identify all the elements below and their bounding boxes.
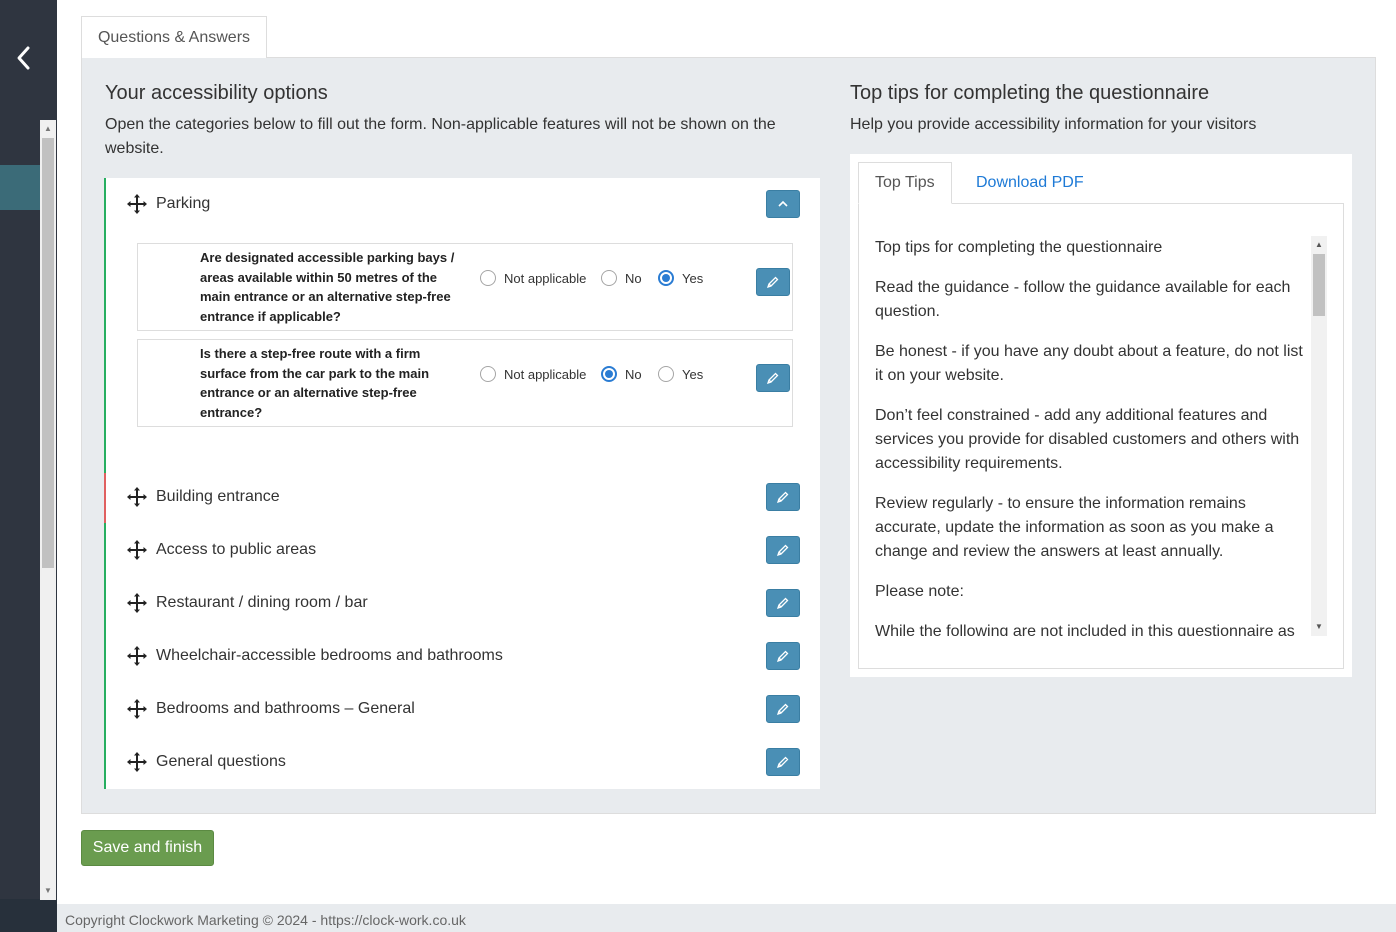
- tips-paragraph: Top tips for completing the questionnair…: [875, 239, 1163, 256]
- radio-label: Not applicable: [504, 366, 587, 382]
- section-access-public-areas[interactable]: Access to public areas: [126, 535, 316, 565]
- top-tips-description: Help you provide accessibility informati…: [850, 116, 1257, 133]
- top-tips-box: Top Tips Download PDF Top tips for compl…: [850, 154, 1352, 677]
- pencil-icon: [776, 544, 789, 557]
- tips-fade: [859, 636, 1343, 668]
- radio-label: Yes: [682, 270, 704, 286]
- tips-body: Top tips for completing the questionnair…: [858, 203, 1344, 669]
- edit-section-button[interactable]: [766, 748, 800, 776]
- edit-section-button[interactable]: [766, 589, 800, 617]
- sidebar-footer: [0, 899, 57, 932]
- scrollbar-thumb[interactable]: [1313, 254, 1325, 316]
- section-status-marker: [104, 473, 106, 523]
- chevron-left-icon[interactable]: [14, 44, 34, 72]
- edit-section-button[interactable]: [766, 695, 800, 723]
- radio-yes[interactable]: Yes: [658, 366, 703, 382]
- top-tips-title: Top tips for completing the questionnair…: [850, 82, 1210, 104]
- pencil-icon: [776, 650, 789, 663]
- pencil-icon: [776, 703, 789, 716]
- tab-download-pdf[interactable]: Download PDF: [960, 162, 1100, 204]
- pencil-icon: [776, 597, 789, 610]
- section-label: Parking: [156, 195, 211, 212]
- pencil-icon: [776, 491, 789, 504]
- tab-questions-answers[interactable]: Questions & Answers: [81, 16, 267, 58]
- move-icon[interactable]: [126, 698, 148, 720]
- edit-section-button[interactable]: [766, 642, 800, 670]
- section-building-entrance[interactable]: Building entrance: [126, 482, 280, 512]
- section-general-questions[interactable]: General questions: [126, 747, 286, 777]
- section-label: Bedrooms and bathrooms – General: [156, 700, 415, 717]
- move-icon[interactable]: [126, 193, 148, 215]
- move-icon[interactable]: [126, 592, 148, 614]
- pencil-icon: [776, 756, 789, 769]
- collapse-button[interactable]: [766, 190, 800, 218]
- tips-content[interactable]: Top tips for completing the questionnair…: [875, 236, 1307, 660]
- section-label: General questions: [156, 753, 286, 770]
- radio-label: No: [625, 366, 642, 382]
- tips-paragraph: Review regularly - to ensure the informa…: [875, 495, 1274, 560]
- footer: Copyright Clockwork Marketing © 2024 - h…: [57, 904, 1396, 932]
- move-icon[interactable]: [126, 645, 148, 667]
- radio-label: No: [625, 270, 642, 286]
- tips-paragraph: Don’t feel constrained - add any additio…: [875, 407, 1300, 472]
- scrollbar-thumb[interactable]: [42, 138, 54, 568]
- accessibility-options-title: Your accessibility options: [105, 82, 328, 104]
- question-text: Are designated accessible parking bays /…: [200, 250, 455, 324]
- radio-no[interactable]: No: [601, 366, 642, 382]
- chevron-up-icon: [778, 200, 788, 207]
- tips-scrollbar[interactable]: ▲ ▼: [1311, 236, 1327, 636]
- copyright-text: Copyright Clockwork Marketing © 2024 - h…: [65, 912, 466, 928]
- section-label: Access to public areas: [156, 541, 317, 558]
- tab-top-tips[interactable]: Top Tips: [858, 162, 952, 204]
- scroll-up-icon[interactable]: ▲: [40, 122, 56, 136]
- accessibility-accordion: Parking Are designated accessible parkin…: [104, 178, 820, 789]
- page-scrollbar[interactable]: ▲ ▼: [40, 120, 56, 900]
- radio-label: Not applicable: [504, 270, 587, 286]
- radio-button[interactable]: [480, 366, 496, 382]
- edit-section-button[interactable]: [766, 483, 800, 511]
- radio-yes[interactable]: Yes: [658, 270, 703, 286]
- move-icon[interactable]: [126, 486, 148, 508]
- edit-question-button[interactable]: [756, 364, 790, 392]
- tips-paragraph: Read the guidance - follow the guidance …: [875, 279, 1291, 320]
- question-row: Is there a step-free route with a firm s…: [137, 339, 793, 427]
- tips-paragraph: Please note:: [875, 583, 964, 600]
- radio-button[interactable]: [658, 366, 674, 382]
- question-row: Are designated accessible parking bays /…: [137, 243, 793, 331]
- scroll-down-icon[interactable]: ▼: [1311, 620, 1327, 634]
- radio-not-applicable[interactable]: Not applicable: [480, 366, 586, 382]
- section-parking[interactable]: Parking: [126, 189, 210, 219]
- section-bedrooms-general[interactable]: Bedrooms and bathrooms – General: [126, 694, 415, 724]
- radio-button-selected[interactable]: [601, 366, 617, 382]
- radio-button[interactable]: [601, 270, 617, 286]
- save-and-finish-button[interactable]: Save and finish: [81, 830, 214, 866]
- accessibility-options-description: Open the categories below to fill out th…: [105, 116, 776, 157]
- scroll-up-icon[interactable]: ▲: [1311, 238, 1327, 252]
- radio-button-selected[interactable]: [658, 270, 674, 286]
- radio-no[interactable]: No: [601, 270, 642, 286]
- section-label: Building entrance: [156, 488, 280, 505]
- section-restaurant[interactable]: Restaurant / dining room / bar: [126, 588, 368, 618]
- radio-not-applicable[interactable]: Not applicable: [480, 270, 586, 286]
- section-wheelchair-bedrooms[interactable]: Wheelchair-accessible bedrooms and bathr…: [126, 641, 503, 671]
- radio-button[interactable]: [480, 270, 496, 286]
- edit-section-button[interactable]: [766, 536, 800, 564]
- pencil-icon: [766, 276, 779, 289]
- tips-paragraph: Be honest - if you have any doubt about …: [875, 343, 1303, 384]
- radio-label: Yes: [682, 366, 704, 382]
- scroll-down-icon[interactable]: ▼: [40, 884, 56, 898]
- section-label: Restaurant / dining room / bar: [156, 594, 368, 611]
- question-text: Is there a step-free route with a firm s…: [200, 346, 430, 420]
- move-icon[interactable]: [126, 751, 148, 773]
- section-label: Wheelchair-accessible bedrooms and bathr…: [156, 647, 503, 664]
- pencil-icon: [766, 372, 779, 385]
- edit-question-button[interactable]: [756, 268, 790, 296]
- move-icon[interactable]: [126, 539, 148, 561]
- sidebar-active-item[interactable]: [0, 165, 40, 210]
